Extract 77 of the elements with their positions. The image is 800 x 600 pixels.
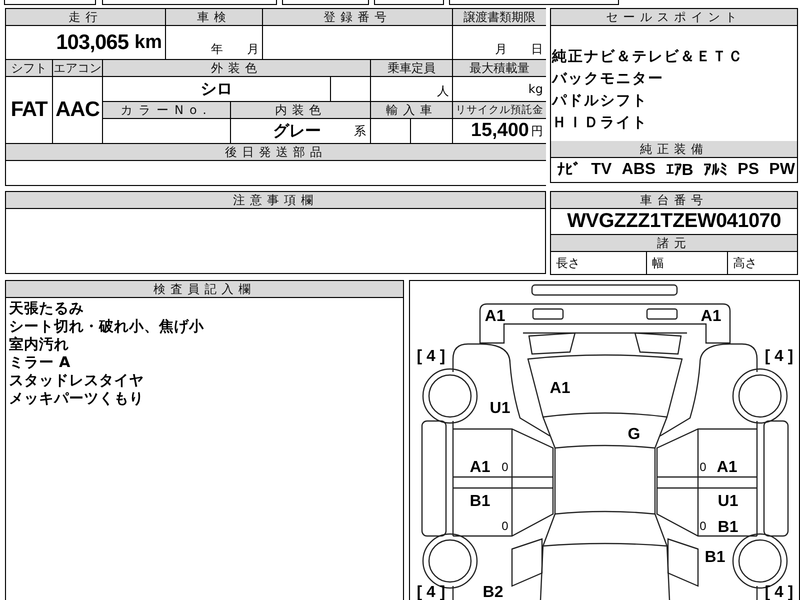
spec-label: 長さ [556,254,580,272]
section-header: 純正装備 [551,141,797,158]
damage-code: B1 [470,493,490,510]
equipment-text: ABS [622,161,656,179]
door-mark: 0 [502,460,508,474]
inspector-note-text: ミラー A [9,354,72,372]
inspector-note-text: シート切れ・破れ小、焦げ小 [9,318,205,336]
tread-depth-mark: [ 4 ] [416,584,446,600]
damage-code: A1 [700,308,722,325]
interior-color-value: グレー [273,120,321,142]
unit-label: 円 [531,122,543,140]
door-mark: 0 [700,460,706,474]
column-header: 乗車定員 [371,60,452,76]
column-header: 内装色 [231,102,370,118]
column-header: 譲渡書類期限 [453,9,546,25]
damage-code: G [628,426,640,443]
damage-code: B1 [704,549,726,566]
damage-code: A1 [550,380,570,397]
sale-point-text: パドルシフト [552,92,649,111]
column-header: カラーNo. [103,102,230,118]
damage-code: B1 [718,519,738,536]
damage-code: A1 [484,308,506,325]
column-header: 最大積載量 [453,60,546,76]
equipment-text: PS [738,161,759,179]
equipment-text: ｴｱB [666,160,694,180]
sale-point-text: ＨＩＤライト [552,114,649,133]
damage-code: U1 [718,493,738,510]
mileage-value: 103,065 [56,30,129,54]
damage-code: A1 [716,459,738,476]
equipment-text: PW [769,161,795,179]
equipment-text: TV [591,161,612,179]
inspector-note-text: 天張たるみ [9,300,85,318]
unit-label: 月 [495,41,507,58]
column-header: エアコン [53,60,102,76]
recycling-fee-value: 15,400 [470,120,529,142]
column-header: 輸入車 [371,102,452,118]
form-cell [374,0,444,5]
section-header: 検査員記入欄 [6,281,403,298]
unit-label: kg [528,82,543,96]
unit-label: 系 [354,122,366,140]
unit-label: 年 [211,41,223,58]
door-mark: 0 [502,519,508,533]
column-header: 後日発送部品 [6,144,546,160]
unit-label: km [134,32,162,54]
spec-label: 高さ [733,254,757,272]
unit-label: 人 [437,83,449,100]
column-header: 走行 [6,9,165,25]
shift-value: FAT [10,98,48,122]
column-header: 外装色 [103,60,370,76]
column-header: 登録番号 [263,9,452,25]
tread-depth-mark: [ 4 ] [764,348,794,365]
section-header: 車台番号 [551,192,797,209]
equipment-text: ｱﾙﾐ [703,160,728,180]
equipment-text: ﾅﾋﾞ [557,160,581,180]
section-header: セールスポイント [551,9,797,26]
unit-label: 日 [531,41,543,58]
door-mark: 0 [700,519,706,533]
tread-depth-mark: [ 4 ] [416,348,446,365]
sale-point-text: 純正ナビ＆テレビ＆ＥＴＣ [552,48,745,67]
exterior-color-value: シロ [200,78,232,100]
inspector-note-text: メッキパーツくもり [9,390,145,408]
spec-label: 幅 [652,254,664,272]
inspector-note-text: 室内汚れ [9,336,70,354]
damage-code: A1 [470,459,490,476]
inspector-note-text: スタッドレスタイヤ [9,372,145,390]
damage-code: U1 [490,400,510,417]
section-header: 注意事項欄 [6,192,545,209]
air-conditioner-value: AAC [56,98,100,122]
tread-depth-mark: [ 4 ] [764,584,794,600]
section-header: 諸元 [551,235,797,252]
damage-code: B2 [482,584,504,600]
unit-label: 月 [247,41,259,58]
chassis-number-value: WVGZZZ1TZEW041070 [567,210,781,233]
column-header: 車検 [166,9,262,25]
column-header: リサイクル預託金 [453,102,546,118]
sale-point-text: バックモニター [552,70,665,89]
column-header: シフト [6,60,52,76]
